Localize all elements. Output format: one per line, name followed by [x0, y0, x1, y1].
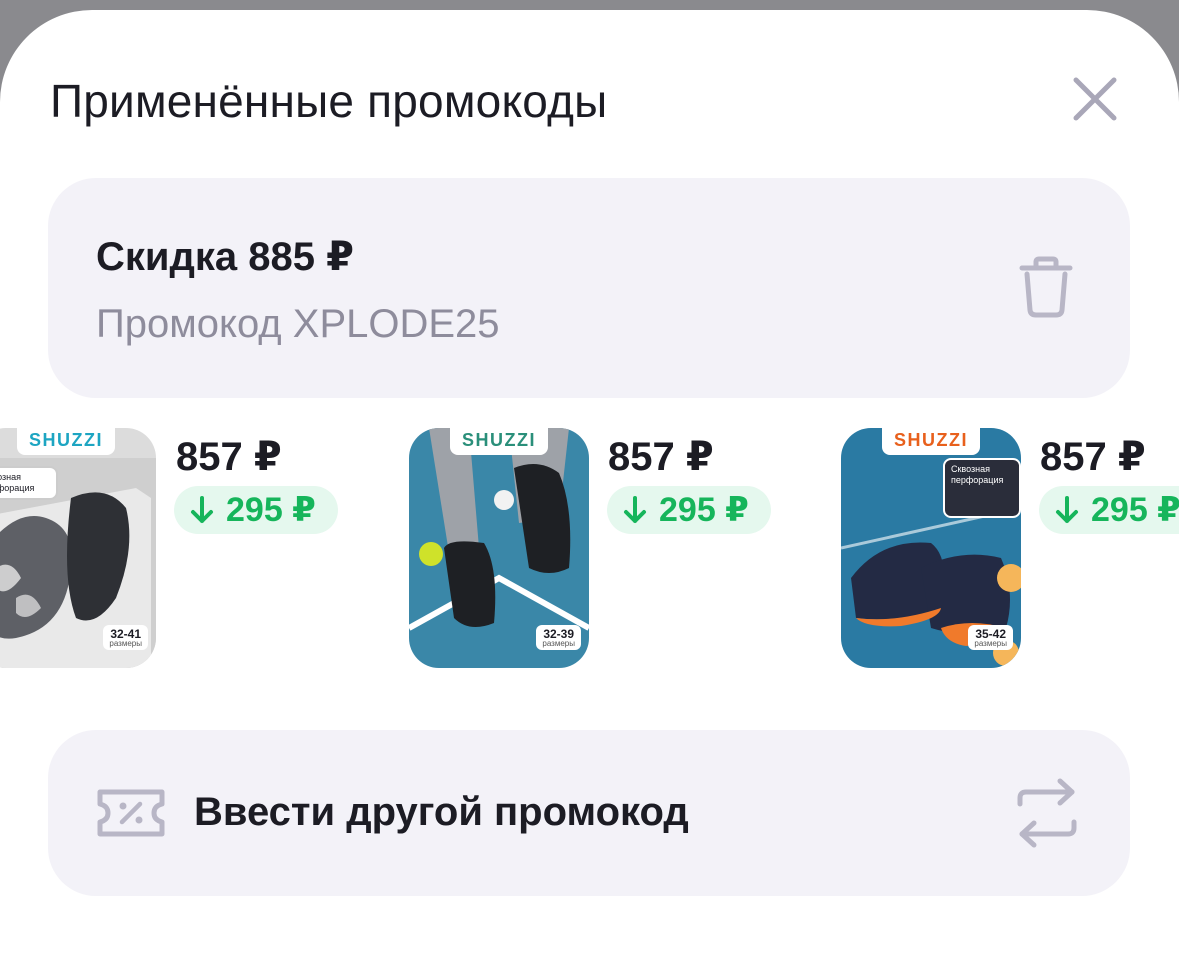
brand-badge: SHUZZI	[17, 428, 115, 455]
product-price: 857 ₽	[176, 435, 282, 479]
size-range-label: размеры	[542, 639, 575, 648]
sheet-title: Применённые промокоды	[50, 75, 608, 127]
product-card[interactable]: SHUZZI 32-39 размеры 857 ₽ 295 ₽	[409, 428, 789, 670]
discount-value: 295 ₽	[226, 491, 316, 529]
product-image[interactable]: SHUZZI Сквозная перфорация 35-42 размеры	[841, 428, 1021, 668]
coupon-icon	[96, 786, 166, 840]
size-range-label: размеры	[109, 639, 142, 648]
brand-badge: SHUZZI	[450, 428, 548, 455]
arrow-down-icon	[191, 496, 213, 523]
trash-icon[interactable]	[1014, 254, 1078, 320]
arrow-down-icon	[1056, 496, 1078, 523]
product-image[interactable]: SHUZZI 32-39 размеры	[409, 428, 589, 668]
discount-value: 295 ₽	[659, 491, 749, 529]
size-range-label: размеры	[974, 639, 1007, 648]
swap-icon	[1014, 778, 1080, 848]
size-badge: 32-41 размеры	[103, 625, 148, 650]
close-icon[interactable]	[1068, 72, 1122, 126]
feature-badge: Сквозная перфорация	[943, 458, 1021, 518]
discounted-products-list: SHUZZI Сквозная перфорация 32-41 размеры…	[0, 428, 1179, 672]
product-discount-badge: 295 ₽	[607, 486, 771, 534]
product-card[interactable]: SHUZZI Сквозная перфорация 35-42 размеры…	[841, 428, 1179, 670]
applied-promo-card: Скидка 885 ₽ Промокод XPLODE25	[48, 178, 1130, 398]
brand-badge: SHUZZI	[882, 428, 980, 455]
discount-value: 295 ₽	[1091, 491, 1179, 529]
enter-another-promo-button[interactable]: Ввести другой промокод	[48, 730, 1130, 896]
product-image[interactable]: SHUZZI Сквозная перфорация 32-41 размеры	[0, 428, 156, 668]
promo-code-label: Промокод XPLODE25	[96, 302, 500, 346]
promo-sheet: Применённые промокоды Скидка 885 ₽ Промо…	[0, 10, 1179, 970]
product-price: 857 ₽	[1040, 435, 1146, 479]
product-price: 857 ₽	[608, 435, 714, 479]
product-card[interactable]: SHUZZI Сквозная перфорация 32-41 размеры…	[0, 428, 356, 670]
arrow-down-icon	[624, 496, 646, 523]
size-badge: 35-42 размеры	[968, 625, 1013, 650]
feature-badge: Сквозная перфорация	[0, 466, 58, 500]
enter-promo-label: Ввести другой промокод	[194, 790, 689, 834]
product-discount-badge: 295 ₽	[174, 486, 338, 534]
size-badge: 32-39 размеры	[536, 625, 581, 650]
promo-discount-amount: Скидка 885 ₽	[96, 235, 354, 279]
product-discount-badge: 295 ₽	[1039, 486, 1179, 534]
